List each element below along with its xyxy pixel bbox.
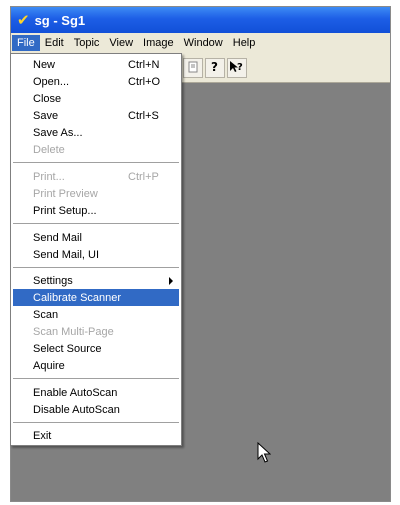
menu-item-select-source[interactable]: Select Source [13,340,179,357]
menu-file[interactable]: File [12,35,40,51]
mouse-cursor-icon [257,441,272,467]
menu-item-scan-multi-page: Scan Multi-Page [13,323,179,340]
menu-item-label: Save [33,109,59,122]
menu-separator [13,378,179,379]
menu-separator [13,422,179,423]
menu-item-enable-autoscan[interactable]: Enable AutoScan [13,384,179,401]
menu-item-label: Calibrate Scanner [33,291,122,304]
print-preview-button[interactable] [183,58,203,78]
menu-item-label: Select Source [33,342,102,355]
menu-item-print: Print... Ctrl+P [13,168,179,185]
menu-item-label: Exit [33,429,52,442]
menu-item-label: Send Mail [33,231,82,244]
menu-separator [13,223,179,224]
menu-item-new[interactable]: New Ctrl+N [13,56,179,73]
menu-item-save-as[interactable]: Save As... [13,124,179,141]
menu-topic[interactable]: Topic [69,35,105,51]
menu-item-label: Aquire [33,359,65,372]
menu-item-close[interactable]: Close [13,90,179,107]
menu-item-save[interactable]: Save Ctrl+S [13,107,179,124]
context-help-icon: ? [229,60,245,77]
menu-window[interactable]: Window [179,35,228,51]
menu-item-label: Print Setup... [33,204,97,217]
menu-item-label: Print Preview [33,187,98,200]
menu-bar: File Edit Topic View Image Window Help [11,33,390,53]
menu-item-label: Print... [33,170,65,183]
menu-item-print-preview: Print Preview [13,185,179,202]
menu-item-label: New [33,58,56,71]
menu-item-exit[interactable]: Exit [13,427,179,444]
title-bar[interactable]: ✔ sg - Sg1 [11,7,390,33]
menu-separator [13,162,179,163]
menu-item-label: Enable AutoScan [33,386,118,399]
menu-item-label: Delete [33,143,65,156]
menu-image[interactable]: Image [138,35,179,51]
app-check-icon: ✔ [17,12,30,29]
menu-item-open[interactable]: Open... Ctrl+O [13,73,179,90]
menu-item-settings[interactable]: Settings [13,272,179,289]
menu-item-disable-autoscan[interactable]: Disable AutoScan [13,401,179,418]
print-preview-icon [187,61,199,76]
menu-item-shortcut: Ctrl+S [128,109,159,122]
menu-item-label: Disable AutoScan [33,403,120,416]
menu-item-send-mail[interactable]: Send Mail [13,229,179,246]
menu-item-aquire[interactable]: Aquire [13,357,179,374]
help-button[interactable]: ? [205,58,225,78]
menu-view[interactable]: View [104,35,138,51]
menu-item-shortcut: Ctrl+O [128,75,161,88]
context-help-button[interactable]: ? [227,58,247,78]
menu-item-label: Scan Multi-Page [33,325,114,338]
menu-item-send-mail-ui[interactable]: Send Mail, UI [13,246,179,263]
menu-item-label: Save As... [33,126,83,139]
menu-item-delete: Delete [13,141,179,158]
menu-help[interactable]: Help [228,35,261,51]
window-title: sg - Sg1 [34,12,86,28]
menu-item-calibrate-scanner[interactable]: Calibrate Scanner [13,289,179,306]
file-menu-dropdown: New Ctrl+N Open... Ctrl+O Close Save Ctr… [10,53,182,446]
menu-item-shortcut: Ctrl+P [128,170,159,183]
menu-item-label: Open... [33,75,70,88]
submenu-arrow-icon [169,276,173,285]
help-icon: ? [209,60,221,77]
svg-text:?: ? [211,60,218,74]
menu-item-shortcut: Ctrl+N [128,58,160,71]
menu-item-print-setup[interactable]: Print Setup... [13,202,179,219]
menu-item-label: Send Mail, UI [33,248,100,261]
svg-text:?: ? [237,62,243,73]
menu-item-scan[interactable]: Scan [13,306,179,323]
menu-separator [13,267,179,268]
menu-item-label: Close [33,92,62,105]
menu-edit[interactable]: Edit [40,35,69,51]
menu-item-label: Scan [33,308,59,321]
menu-item-label: Settings [33,274,73,287]
